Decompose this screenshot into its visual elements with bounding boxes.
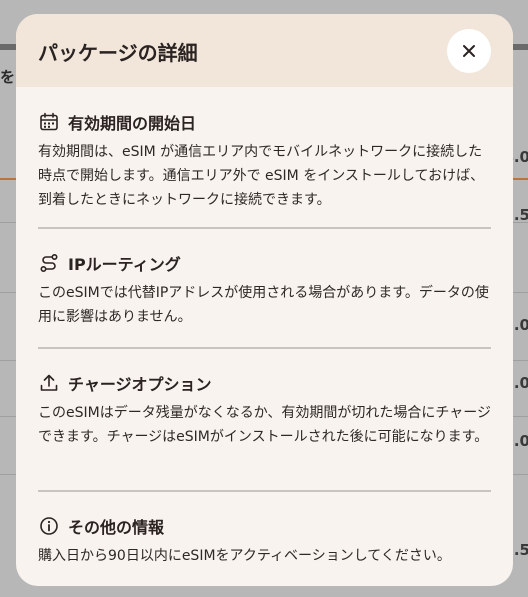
section-body: このeSIMでは代替IPアドレスが使用される場合があります。データの使用に影響は… (38, 285, 489, 325)
info-icon (38, 515, 60, 537)
section-title: IPルーティング (68, 255, 181, 274)
section-title: その他の情報 (68, 518, 165, 537)
section-divider (38, 227, 491, 229)
section-divider (38, 347, 491, 349)
section-ip-routing: IPルーティング このeSIMでは代替IPアドレスが使用される場合があります。デ… (38, 252, 491, 329)
close-button[interactable] (447, 29, 491, 73)
section-body: このeSIMはデータ残量がなくなるか、有効期間が切れた場合にチャージできます。チ… (38, 405, 492, 445)
route-icon (38, 252, 60, 274)
section-divider (38, 490, 491, 492)
close-icon (463, 45, 475, 57)
background-label: を (0, 68, 16, 86)
section-title: チャージオプション (68, 375, 212, 394)
section-body: 購入日から90日以内にeSIMをアクティベーションしてください。 (38, 548, 451, 564)
section-validity-start: 有効期間の開始日 有効期間は、eSIM が通信エリア内でモバイルネットワークに接… (38, 111, 491, 212)
section-body: 有効期間は、eSIM が通信エリア内でモバイルネットワークに接続した時点で開始し… (38, 144, 485, 208)
modal-title: パッケージの詳細 (38, 41, 198, 65)
calendar-icon (38, 111, 60, 133)
section-title: 有効期間の開始日 (68, 114, 197, 133)
upload-icon (38, 372, 60, 394)
section-topup-options: チャージオプション このeSIMはデータ残量がなくなるか、有効期間が切れた場合に… (38, 372, 491, 449)
modal-header: パッケージの詳細 (16, 14, 513, 87)
section-other-info: その他の情報 購入日から90日以内にeSIMをアクティベーションしてください。 (38, 515, 491, 568)
package-details-modal: パッケージの詳細 有効期間の開始日 有効期間は、eSIM が通信エリア内でモバイ… (16, 14, 513, 586)
